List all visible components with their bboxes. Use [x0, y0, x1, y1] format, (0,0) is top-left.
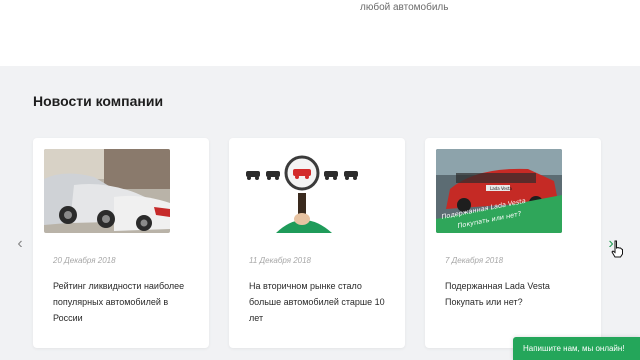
- news-date: 7 Декабря 2018: [445, 256, 504, 265]
- chevron-left-icon: ‹: [17, 235, 23, 252]
- cars-row-image: [44, 149, 170, 233]
- news-card[interactable]: 11 Декабря 2018 На вторичном рынке стало…: [229, 138, 405, 348]
- section-title: Новости компании: [33, 93, 164, 109]
- top-band: любой автомобиль: [0, 0, 640, 66]
- news-date: 11 Декабря 2018: [249, 256, 311, 265]
- carousel-prev-button[interactable]: ‹: [13, 236, 27, 252]
- top-caption: любой автомобиль: [360, 2, 449, 13]
- news-title-link[interactable]: Рейтинг ликвидности наиболее популярных …: [53, 278, 193, 326]
- hand-cursor-icon: [611, 240, 623, 258]
- news-card[interactable]: Lada Vesta Подержанная Lada Vesta Покупа…: [425, 138, 601, 348]
- news-title-link[interactable]: На вторичном рынке стало больше автомоби…: [249, 278, 389, 326]
- lada-vesta-image: Lada Vesta Подержанная Lada Vesta Покупа…: [436, 149, 562, 233]
- news-image-lada[interactable]: Lada Vesta Подержанная Lada Vesta Покупа…: [436, 149, 562, 233]
- chat-widget-button[interactable]: Напишите нам, мы онлайн!: [513, 337, 640, 360]
- news-card[interactable]: 20 Декабря 2018 Рейтинг ликвидности наиб…: [33, 138, 209, 348]
- magnifier-car-image: [240, 149, 366, 233]
- news-date: 20 Декабря 2018: [53, 256, 116, 265]
- news-image-cars[interactable]: [44, 149, 170, 233]
- news-image-magnifier[interactable]: [240, 149, 366, 233]
- news-title-link[interactable]: Подержанная Lada Vesta Покупать или нет?: [445, 278, 585, 310]
- svg-text:Lada Vesta: Lada Vesta: [490, 186, 512, 191]
